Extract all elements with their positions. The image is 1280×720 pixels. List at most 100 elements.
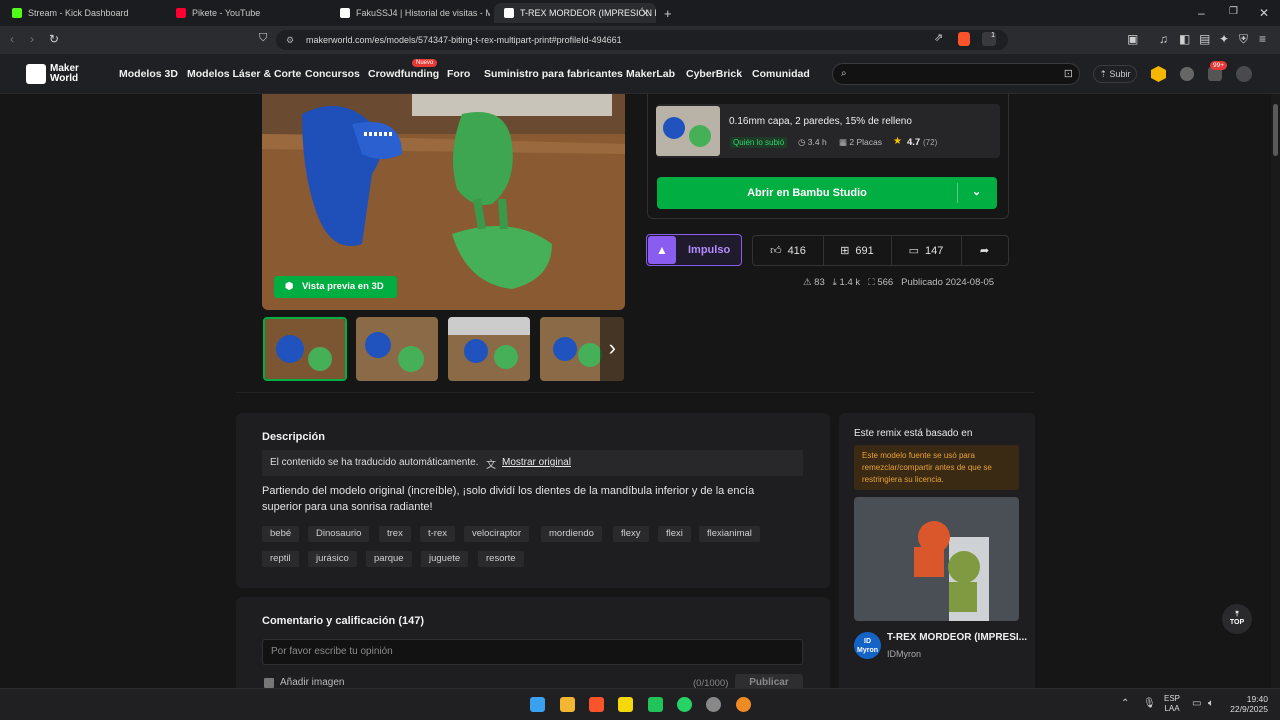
- makerworld-logo[interactable]: Maker World: [26, 64, 79, 84]
- sticky-notes-icon[interactable]: [618, 697, 633, 712]
- tag[interactable]: reptil: [262, 551, 299, 567]
- close-window-icon[interactable]: ✕: [1259, 7, 1269, 19]
- tag[interactable]: flexy: [613, 526, 649, 542]
- reload-icon[interactable]: ↻: [49, 33, 59, 45]
- nav-modelos-3d[interactable]: Modelos 3D: [119, 68, 178, 80]
- tab-makerworld-history[interactable]: FakuSSJ4 | Historial de visitas - Make: [330, 3, 490, 23]
- add-image-button[interactable]: Añadir imagen: [280, 677, 344, 688]
- back-icon[interactable]: ‹: [10, 33, 14, 45]
- avatar[interactable]: [1236, 66, 1252, 82]
- open-bambu-label: Abrir en Bambu Studio: [747, 187, 867, 199]
- tray-chevron-up-icon[interactable]: ⌃: [1121, 699, 1129, 709]
- tag[interactable]: flexianimal: [699, 526, 760, 542]
- comments-button[interactable]: ▭ 147: [891, 235, 962, 266]
- media-icon[interactable]: ♫: [1159, 33, 1168, 45]
- tag[interactable]: parque: [366, 551, 412, 567]
- tag[interactable]: bebé: [262, 526, 300, 542]
- remix-author[interactable]: IDMyron: [887, 649, 921, 659]
- scrollbar-track[interactable]: [1271, 94, 1280, 694]
- new-tab-icon[interactable]: +: [664, 7, 672, 20]
- tab-youtube[interactable]: Pikete - YouTube: [166, 3, 326, 23]
- back-to-top-button[interactable]: ⤒ TOP: [1222, 604, 1252, 634]
- bookmark-plus-icon: ⊞: [840, 245, 850, 257]
- brave-shield-icon[interactable]: [958, 32, 970, 46]
- nav-foro[interactable]: Foro: [447, 68, 470, 80]
- share-icon[interactable]: ⇗: [934, 33, 943, 44]
- collect-button[interactable]: ⊞ 691: [823, 235, 892, 266]
- nav-suministro[interactable]: Suministro para fabricantes: [484, 68, 623, 80]
- wallet-icon[interactable]: ▤: [1199, 33, 1210, 45]
- sidebar-icon[interactable]: ◧: [1179, 33, 1190, 45]
- app-green-icon[interactable]: [648, 697, 663, 712]
- tag[interactable]: trex: [379, 526, 411, 542]
- clock[interactable]: 19:40 22/9/2025: [1226, 694, 1268, 714]
- blender-icon[interactable]: [736, 697, 751, 712]
- thumbnail-1[interactable]: [263, 317, 347, 381]
- app-settings-icon[interactable]: [706, 697, 721, 712]
- preview-3d-button[interactable]: ⬢ Vista previa en 3D: [274, 276, 397, 298]
- globe-icon[interactable]: [1180, 67, 1194, 81]
- remix-title[interactable]: T-REX MORDEOR (IMPRESI...: [887, 632, 1027, 643]
- boost-button[interactable]: ▲ Impulso: [646, 234, 742, 266]
- leo-ai-icon[interactable]: ✦: [1219, 33, 1229, 45]
- tag[interactable]: juguete: [421, 551, 469, 567]
- print-profile-card[interactable]: 0.16mm capa, 2 paredes, 15% de relleno Q…: [656, 104, 1000, 158]
- close-tab-icon[interactable]: ✕: [641, 7, 650, 20]
- nav-modelos-laser[interactable]: Modelos Láser & Corte: [187, 68, 301, 80]
- screenshot-icon[interactable]: ▣: [1127, 33, 1138, 45]
- author-avatar[interactable]: ID Myron: [854, 632, 881, 659]
- file-explorer-icon[interactable]: [560, 697, 575, 712]
- tab-trex-active[interactable]: T-REX MORDEOR (IMPRESIÓN E ✕: [494, 3, 656, 23]
- brave-browser-icon[interactable]: [589, 697, 604, 712]
- nav-concursos[interactable]: Concursos: [305, 68, 360, 80]
- comment-placeholder: Por favor escribe tu opinión: [271, 646, 393, 657]
- comment-icon: ▭: [908, 245, 920, 257]
- url-text: makerworld.com/es/models/574347-biting-t…: [306, 35, 622, 45]
- thumbnail-2[interactable]: [356, 317, 438, 381]
- like-button[interactable]: 👍︎ 416: [752, 235, 824, 266]
- nav-crowdfunding[interactable]: Crowdfunding: [368, 68, 439, 80]
- tag[interactable]: mordiendo: [541, 526, 602, 542]
- chevron-down-icon[interactable]: ⌄: [972, 185, 981, 198]
- chevron-right-icon[interactable]: ›: [609, 335, 616, 361]
- makes-count: 566: [877, 277, 894, 288]
- open-bambu-studio-button[interactable]: Abrir en Bambu Studio ⌄: [657, 177, 997, 209]
- show-original-link[interactable]: Mostrar original: [502, 457, 571, 468]
- windows-start-icon[interactable]: [530, 697, 545, 712]
- whatsapp-icon[interactable]: [677, 697, 692, 712]
- menu-icon[interactable]: ≡: [1259, 33, 1266, 45]
- scrollbar-thumb[interactable]: [1273, 104, 1278, 156]
- bookmark-icon[interactable]: ⛉: [259, 33, 267, 44]
- maximize-icon[interactable]: ❐: [1229, 7, 1238, 17]
- share-button[interactable]: ➦: [961, 235, 1009, 266]
- url-field[interactable]: ⚙ makerworld.com/es/models/574347-biting…: [276, 30, 1008, 50]
- language-indicator[interactable]: ESP LAA: [1164, 694, 1180, 714]
- tab-kick[interactable]: Stream - Kick Dashboard: [2, 3, 162, 23]
- tag[interactable]: jurásico: [308, 551, 357, 567]
- image-search-icon[interactable]: ⊡: [1064, 67, 1073, 80]
- nav-comunidad[interactable]: Comunidad: [752, 68, 810, 80]
- search-input[interactable]: ⌕ ⊡: [832, 63, 1080, 85]
- thumbnail-4[interactable]: ›: [540, 317, 624, 381]
- tag[interactable]: velociraptor: [464, 526, 530, 542]
- comment-input[interactable]: Por favor escribe tu opinión: [262, 639, 803, 665]
- translate-icon: 文: [486, 460, 496, 471]
- site-info-icon[interactable]: ⚙: [286, 30, 294, 50]
- vpn-icon[interactable]: ⛨: [1239, 33, 1248, 45]
- tag[interactable]: flexi: [658, 526, 691, 542]
- forward-icon[interactable]: ›: [30, 33, 34, 45]
- tag[interactable]: t-rex: [420, 526, 455, 542]
- nav-cyberbrick[interactable]: CyberBrick: [686, 68, 742, 80]
- thumbnail-3[interactable]: [448, 317, 530, 381]
- upload-button[interactable]: ⇡ Subir: [1093, 65, 1137, 83]
- plates: ▦ 2 Placas: [839, 137, 882, 148]
- nav-makerlab[interactable]: MakerLab: [626, 68, 675, 80]
- remix-source-image[interactable]: [854, 497, 1019, 621]
- volume-icon[interactable]: 🔈︎: [1208, 699, 1214, 709]
- tag[interactable]: resorte: [478, 551, 524, 567]
- microphone-icon[interactable]: 🎙︎: [1143, 699, 1156, 709]
- minimize-icon[interactable]: –: [1198, 7, 1205, 19]
- network-icon[interactable]: ▭: [1192, 699, 1201, 709]
- tag[interactable]: Dinosaurio: [308, 526, 370, 542]
- brave-rewards-icon[interactable]: 1: [982, 32, 996, 46]
